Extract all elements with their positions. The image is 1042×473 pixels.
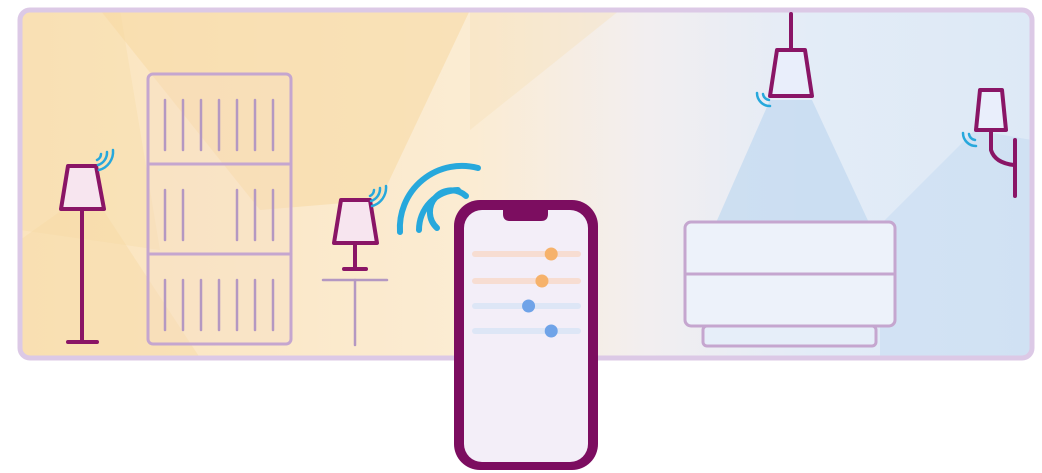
- illustration-canvas: [17, 7, 1035, 470]
- bookshelf-icon: [146, 72, 293, 346]
- slider-knob[interactable]: [544, 324, 558, 338]
- smartphone-icon: [454, 200, 598, 470]
- slider-knob[interactable]: [544, 247, 558, 261]
- smart-lighting-illustration: [0, 0, 1042, 473]
- slider-knob[interactable]: [522, 299, 536, 313]
- phone-notch: [503, 210, 548, 221]
- sofa-icon: [683, 220, 897, 348]
- slider-knob[interactable]: [535, 274, 549, 288]
